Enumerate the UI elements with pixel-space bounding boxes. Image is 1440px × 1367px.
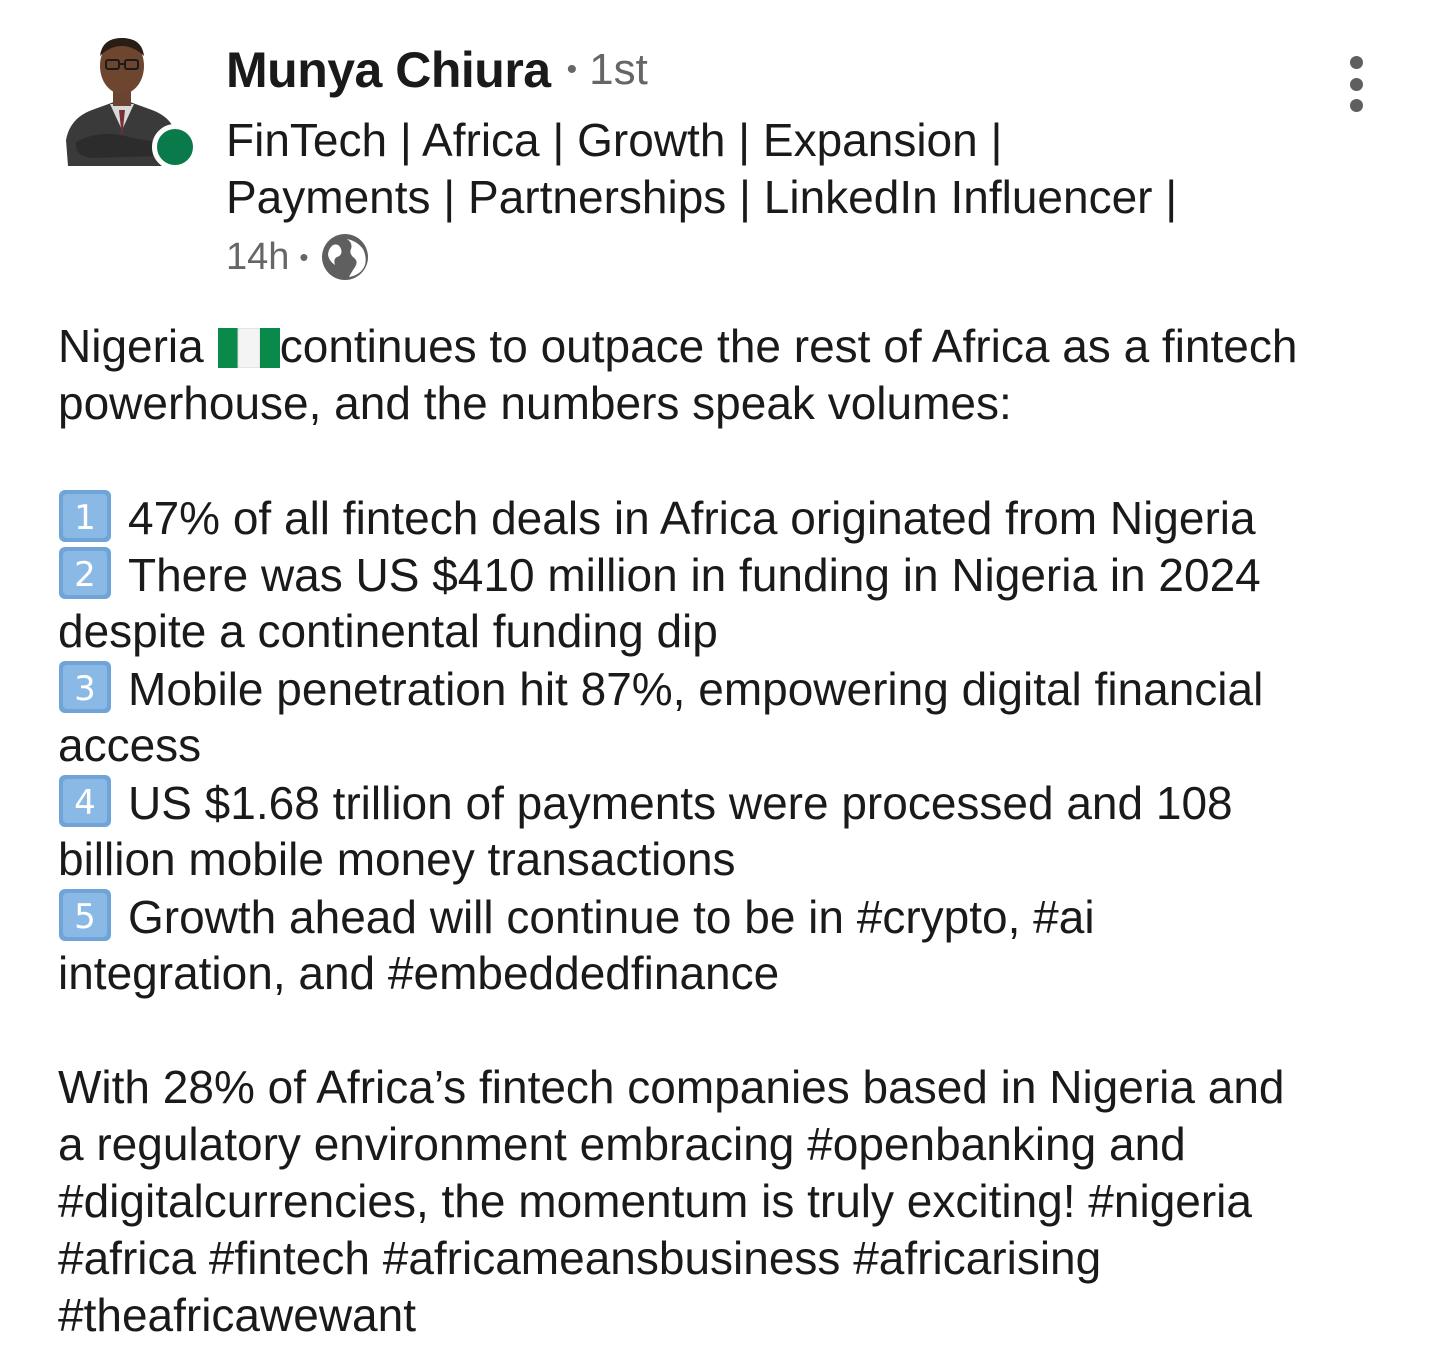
list-item-continuation: access [58, 719, 202, 771]
list-item-continuation: integration, and #embeddedfinance [58, 947, 780, 999]
more-dot-icon [1349, 56, 1363, 69]
list-item: 3 Mobile penetration hit 87%, empowering … [58, 660, 1398, 717]
list-item: 1 47% of all fintech deals in Africa orig… [58, 489, 1398, 546]
svg-text:2: 2 [74, 555, 96, 595]
list-item: 4 US $1.68 trillion of payments were proc… [58, 774, 1398, 831]
list-item-continuation: despite a continental funding dip [58, 605, 718, 657]
nigeria-flag-icon [217, 328, 280, 368]
author-row: Munya Chiura • 1st [226, 38, 648, 102]
closing-line: a regulatory environment embracing #open… [58, 1118, 1186, 1170]
list-item-text: 47% of all fintech deals in Africa origi… [128, 492, 1256, 544]
more-dot-icon [1349, 77, 1363, 91]
list-item: 2 There was US $410 million in funding in… [58, 546, 1398, 603]
closing-line: With 28% of Africa’s fintech companies b… [58, 1061, 1285, 1113]
closing-line: #theafricawewant [58, 1289, 416, 1341]
list-item-text: Mobile penetration hit 87%, empowering d… [128, 663, 1264, 715]
more-dot-icon [1349, 99, 1363, 112]
keycap-one-icon: 1 [59, 490, 111, 542]
headline-line: FinTech | Africa | Growth | Expansion | [226, 114, 1003, 166]
keycap-five-icon: 5 [59, 889, 111, 941]
separator-dot: • [566, 53, 578, 86]
svg-text:1: 1 [74, 498, 96, 538]
separator-dot: • [299, 241, 309, 272]
list-item: 5 Growth ahead will continue to be in #cr… [58, 888, 1398, 945]
connection-degree: 1st [589, 45, 648, 94]
post-intro-line: powerhouse, and the numbers speak volume… [58, 377, 1012, 429]
globe-icon [321, 234, 368, 280]
keycap-two-icon: 2 [59, 547, 111, 599]
list-item-continuation: billion mobile money transactions [58, 833, 736, 885]
more-options-button[interactable] [1334, 56, 1378, 112]
list-item-text: Growth ahead will continue to be in #cry… [128, 891, 1095, 943]
post-intro-line: Nigeria continues to outpace the rest of … [58, 318, 1398, 375]
author-headline: FinTech | Africa | Growth | Expansion | … [226, 112, 1286, 226]
post-intro-text: Nigeria [58, 320, 204, 372]
closing-line: #digitalcurrencies, the momentum is trul… [58, 1175, 1252, 1227]
closing-line: #africa #fintech #africameansbusiness #a… [58, 1232, 1102, 1284]
svg-text:5: 5 [74, 897, 96, 937]
post-intro-text: continues to outpace the rest of Africa … [279, 320, 1298, 372]
list-item-text: US $1.68 trillion of payments were proce… [128, 777, 1233, 829]
svg-text:3: 3 [74, 669, 96, 709]
list-item-text: There was US $410 million in funding in … [128, 549, 1261, 601]
headline-line: Payments | Partnerships | LinkedIn Influ… [226, 171, 1178, 223]
keycap-three-icon: 3 [59, 661, 111, 713]
keycap-four-icon: 4 [59, 775, 111, 827]
feed-post: Munya Chiura • 1st FinTech | Africa | Gr… [0, 0, 1440, 1367]
post-timestamp: 14h [226, 235, 290, 278]
author-name[interactable]: Munya Chiura [226, 41, 551, 99]
online-status-indicator [152, 124, 198, 170]
post-body: Nigeria continues to outpace the rest of … [58, 318, 1398, 1344]
post-meta: 14h • [226, 228, 371, 286]
svg-text:4: 4 [74, 783, 96, 823]
